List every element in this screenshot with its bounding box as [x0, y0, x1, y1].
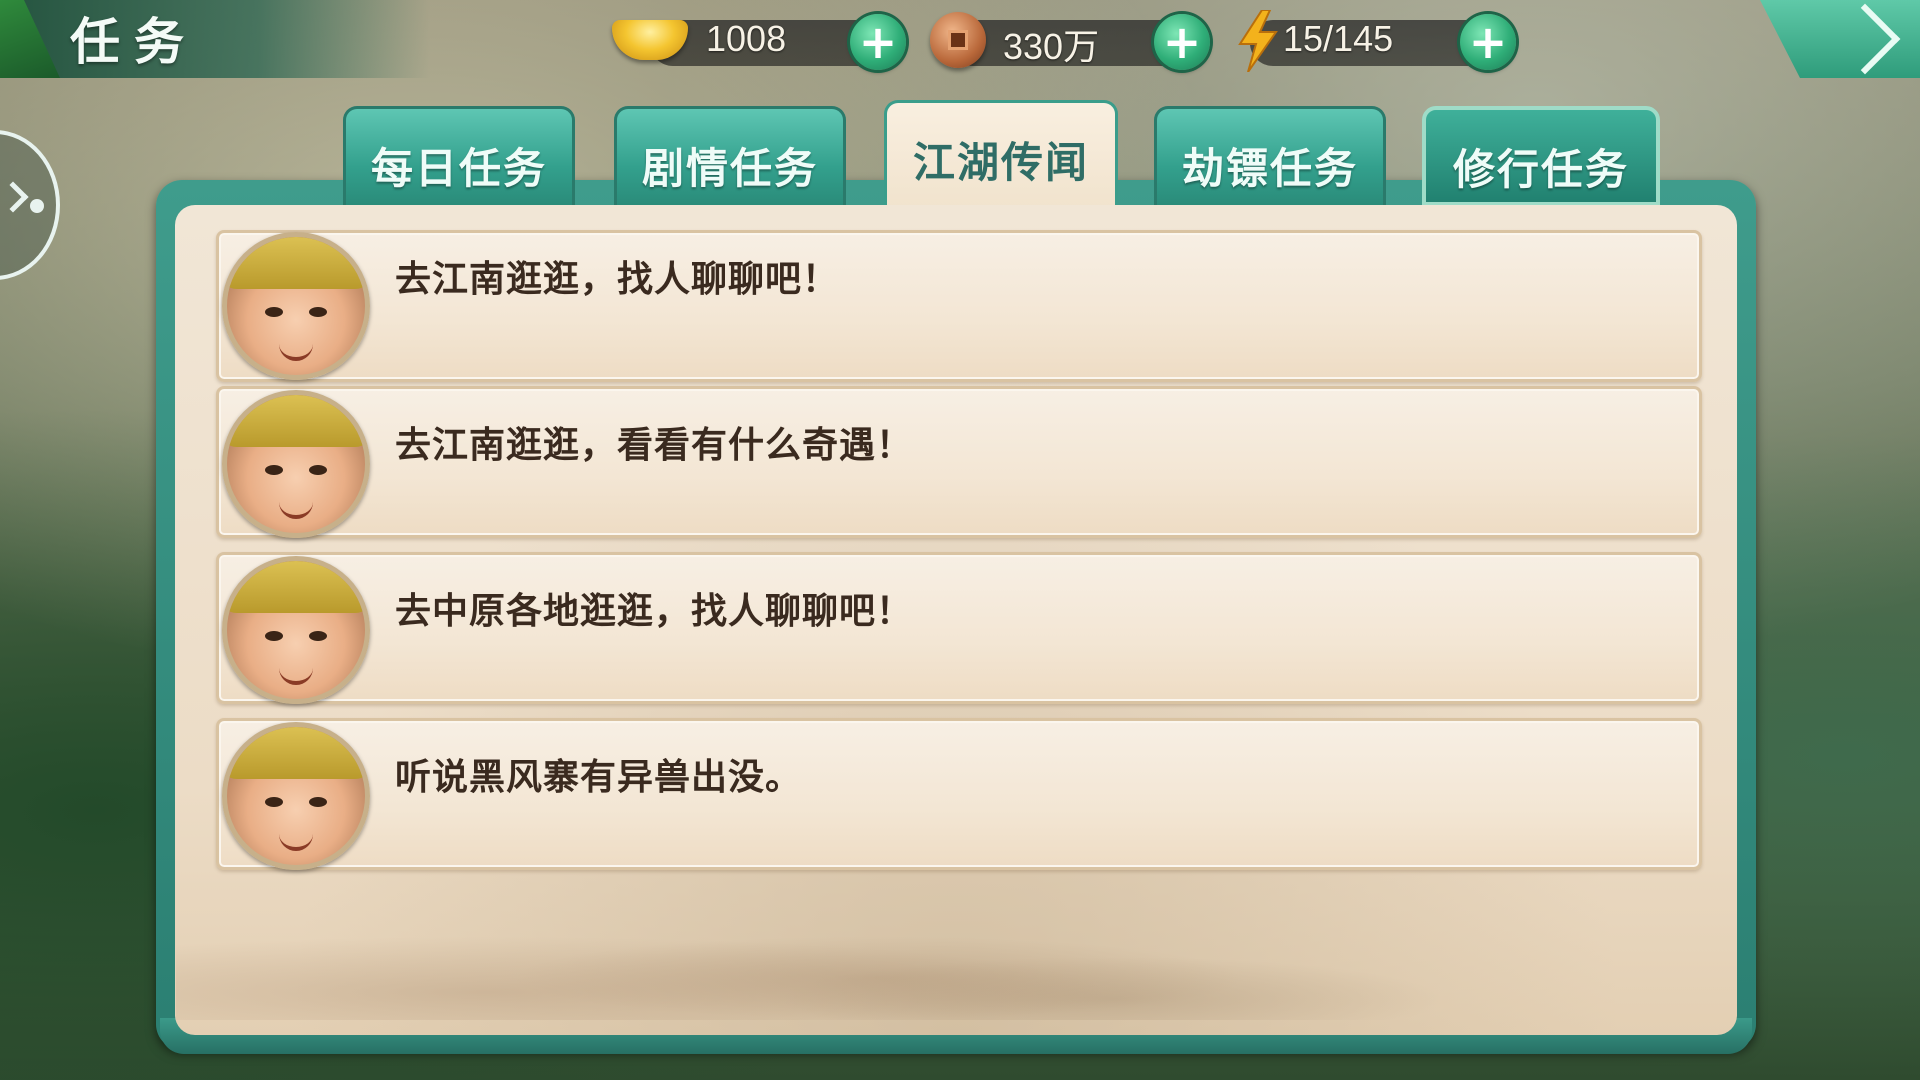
npc-avatar — [222, 390, 370, 538]
tab-daily[interactable]: 每日任务 — [343, 106, 575, 206]
gold-value: 1008 — [706, 18, 787, 59]
add-gold-button[interactable]: + — [850, 14, 906, 70]
add-energy-button[interactable]: + — [1460, 14, 1516, 70]
coin-value: 330万 — [1003, 26, 1100, 67]
task-text: 去江南逛逛，看看有什么奇遇！ — [395, 425, 914, 466]
scenery-decoration — [176, 880, 1736, 1020]
npc-avatar — [222, 722, 370, 870]
tab-jianghu-rumors[interactable]: 江湖传闻 — [884, 100, 1118, 208]
side-dot-icon — [30, 199, 44, 213]
npc-avatar — [222, 232, 370, 380]
back-arrow-icon — [1829, 3, 1901, 75]
page-title: 任务 — [70, 12, 198, 71]
back-button[interactable] — [1760, 0, 1920, 78]
copper-coin-icon — [930, 12, 986, 68]
title-bar — [0, 0, 430, 78]
add-coin-button[interactable]: + — [1154, 14, 1210, 70]
lightning-icon — [1238, 10, 1278, 72]
task-text: 听说黑风寨有异兽出没。 — [395, 757, 803, 798]
tab-cultivation[interactable]: 修行任务 — [1422, 106, 1660, 206]
npc-avatar — [222, 556, 370, 704]
task-text: 去江南逛逛，找人聊聊吧！ — [395, 259, 840, 300]
energy-value: 15/145 — [1283, 18, 1394, 59]
tab-escort[interactable]: 劫镖任务 — [1154, 106, 1386, 206]
tab-story[interactable]: 剧情任务 — [614, 106, 846, 206]
task-text: 去中原各地逛逛，找人聊聊吧！ — [395, 591, 914, 632]
